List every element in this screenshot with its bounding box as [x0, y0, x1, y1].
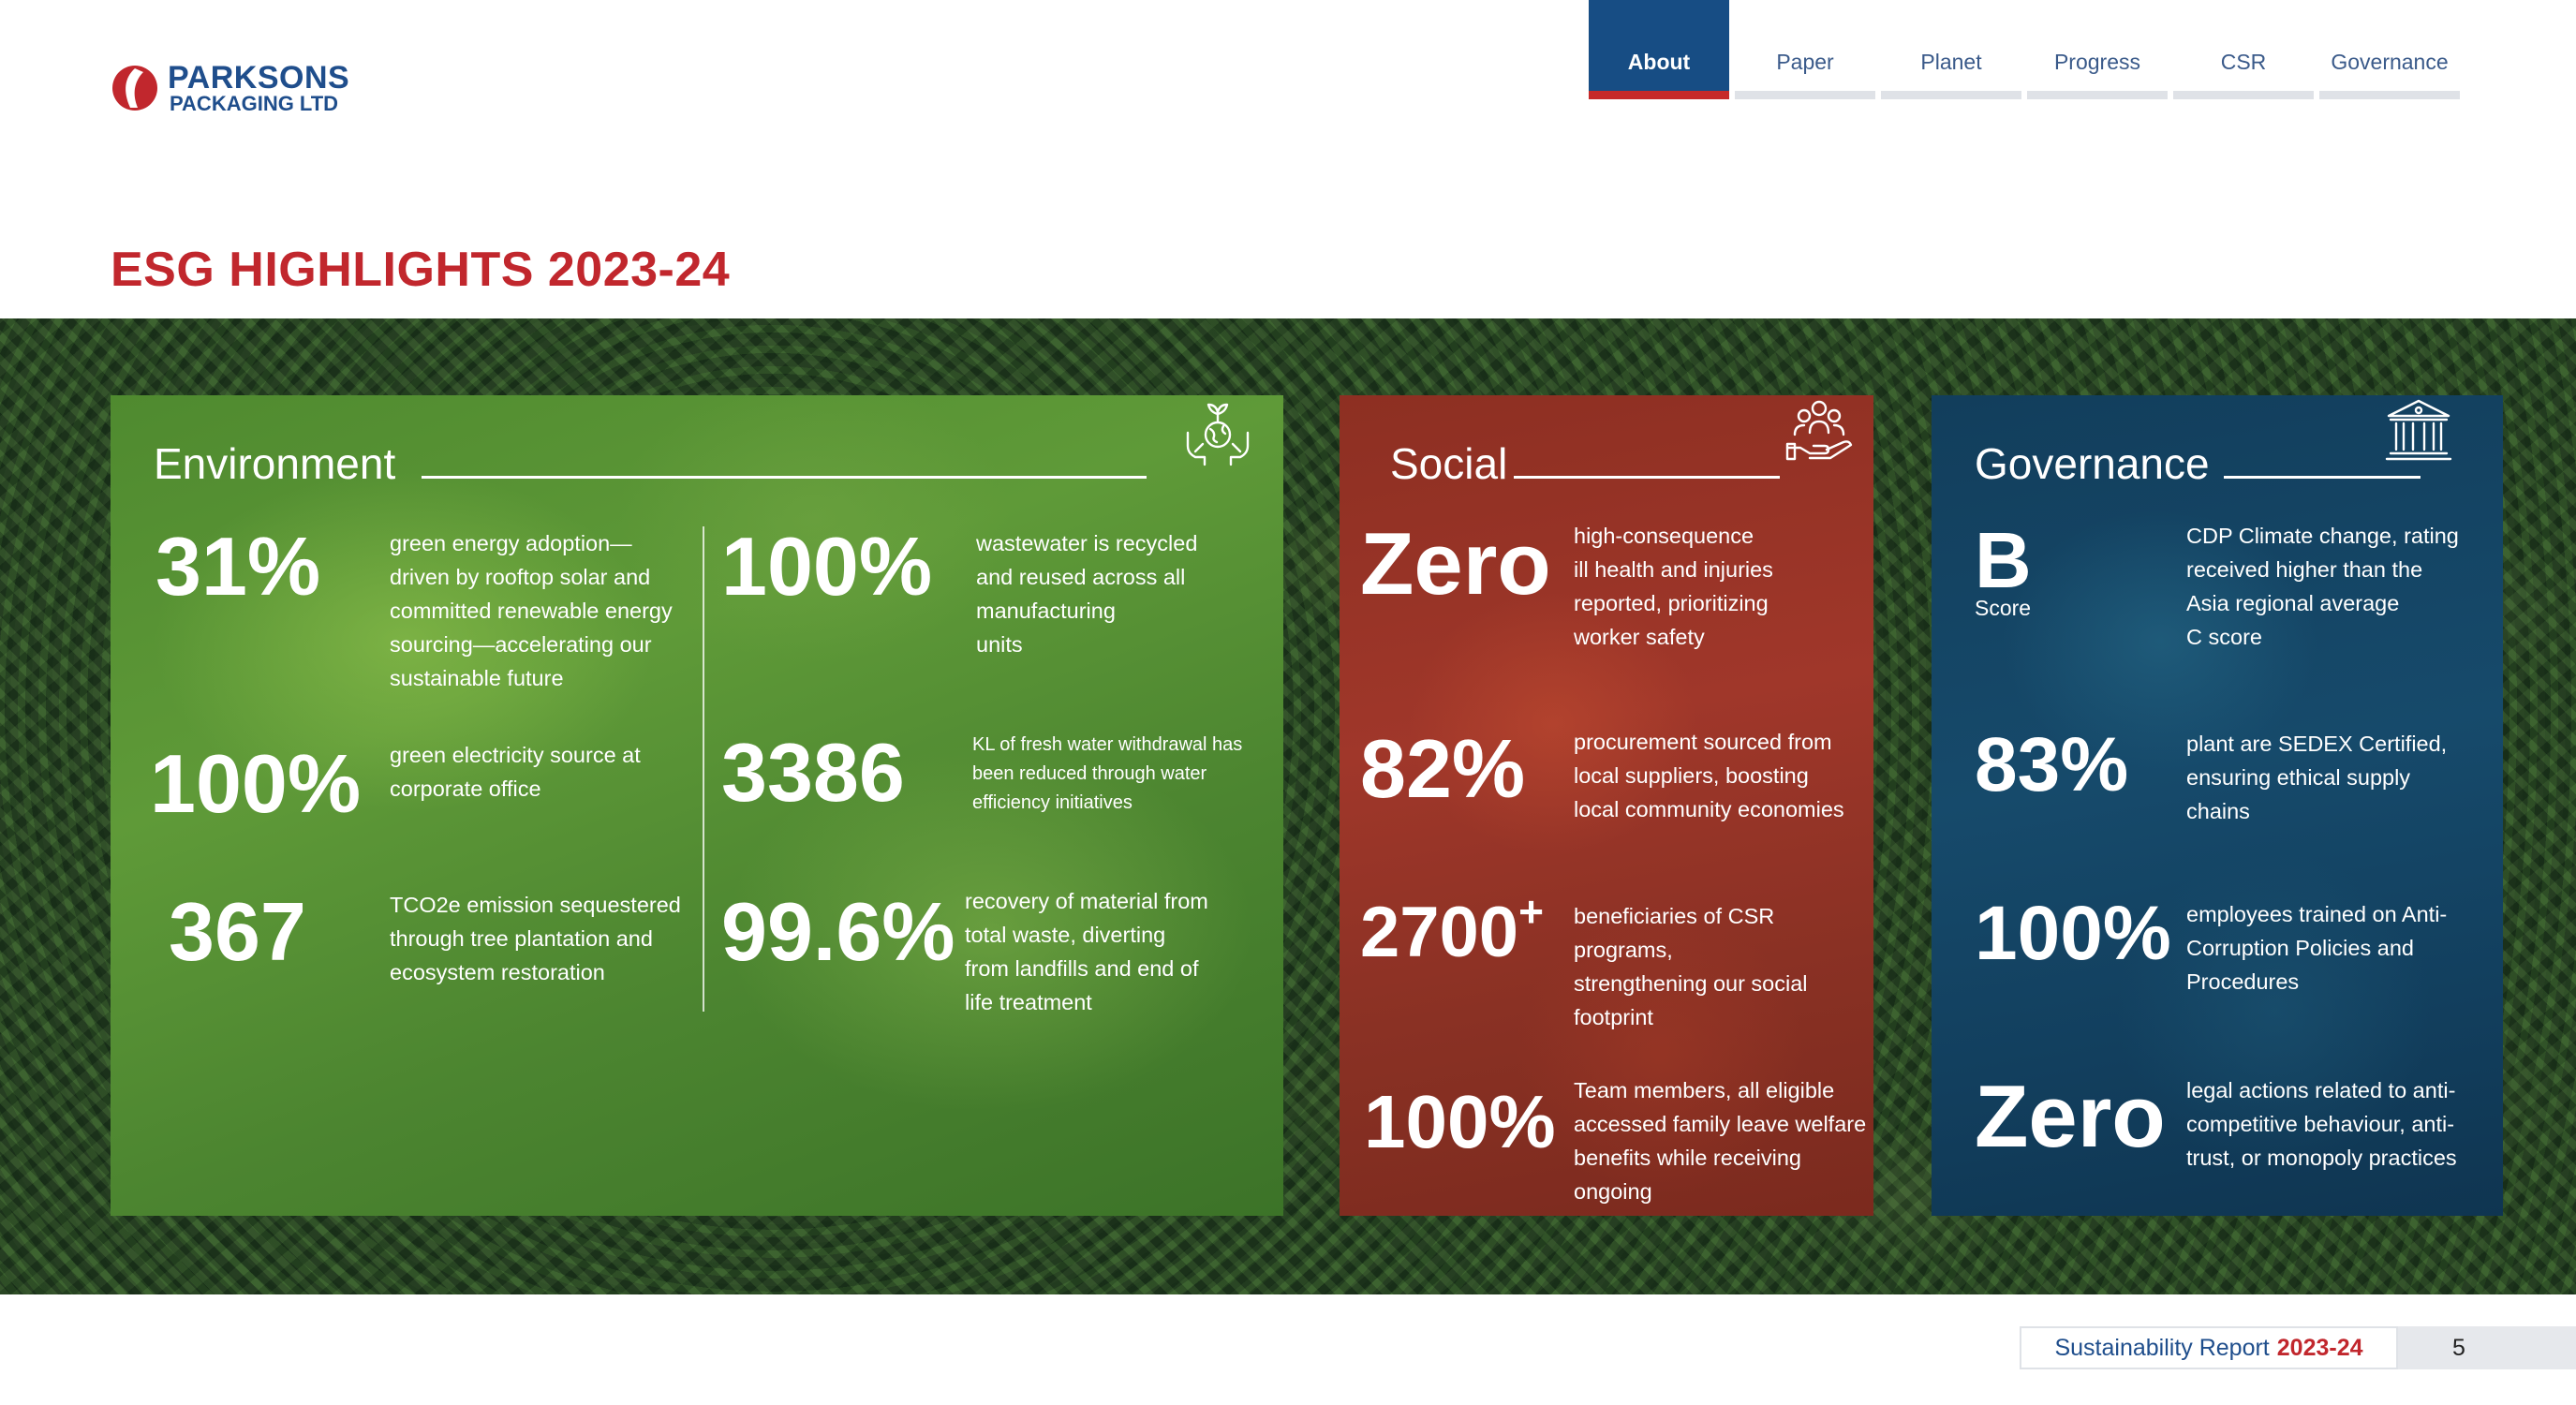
stat-sub-label: Score	[1975, 596, 2032, 620]
stat-description: procurement sourced from local suppliers…	[1574, 730, 1844, 821]
logo-name-line1: PARKSONS	[168, 60, 350, 96]
stat-value-superscript: +	[1518, 887, 1544, 936]
stat-description: high-consequence ill health and injuries…	[1574, 524, 1773, 649]
stat-description: legal actions related to anti- competiti…	[2186, 1078, 2457, 1170]
tab-paper[interactable]: Paper	[1735, 0, 1875, 99]
report-label: Sustainability Report	[2054, 1334, 2270, 1361]
tab-csr[interactable]: CSR	[2173, 0, 2314, 99]
stat-value: 82%	[1360, 722, 1526, 815]
stat-description: wastewater is recycled and reused across…	[976, 531, 1198, 657]
stat-value: 99.6%	[721, 885, 955, 978]
stat-value: 367	[169, 885, 306, 978]
stat-description: KL of fresh water withdrawal has been re…	[972, 734, 1243, 813]
environment-title-rule	[422, 476, 1147, 479]
stat-description: TCO2e emission sequestered through tree …	[390, 893, 681, 984]
social-panel: Social Zero high-consequence ill health …	[1340, 395, 1873, 1216]
stat-value: 3386	[721, 726, 905, 819]
governance-title: Governance	[1975, 439, 2210, 488]
page-title: ESG HIGHLIGHTS 2023-24	[111, 243, 731, 297]
stat-value: B	[1975, 516, 2032, 604]
tab-planet[interactable]: Planet	[1881, 0, 2021, 99]
governance-panel: Governance B Score CDP Climate change, r…	[1932, 395, 2503, 1216]
environment-title: Environment	[154, 439, 396, 488]
logo-wordmark: PARKSONS PACKAGING LTD	[168, 62, 349, 114]
report-label-box: Sustainability Report 2023-24	[2020, 1326, 2398, 1369]
tab-governance[interactable]: Governance	[2319, 0, 2460, 99]
institution-building-icon	[2385, 399, 2452, 461]
tab-progress[interactable]: Progress	[2027, 0, 2168, 99]
stat-value: 100%	[150, 737, 362, 830]
forest-background-image: Environment 31% green energy adoption— d…	[0, 318, 2576, 1294]
report-year: 2023-24	[2276, 1334, 2363, 1361]
stat-description: recovery of material from total waste, d…	[965, 889, 1208, 1014]
stat-value: Zero	[1975, 1067, 2166, 1165]
social-title: Social	[1390, 439, 1508, 488]
logo-name-line2: PACKAGING LTD	[170, 92, 339, 115]
stat-description: plant are SEDEX Certified, ensuring ethi…	[2186, 732, 2448, 823]
top-navigation: About Paper Planet Progress CSR Governan…	[1589, 0, 2465, 99]
stat-description: beneficiaries of CSR programs, strengthe…	[1574, 904, 1808, 1029]
stat-value: Zero	[1360, 514, 1551, 613]
community-hand-icon	[1785, 400, 1853, 461]
stat-value: 100%	[1975, 891, 2171, 976]
stat-description: Team members, all eligible accessed fami…	[1574, 1078, 1867, 1216]
tab-about[interactable]: About	[1589, 0, 1729, 99]
governance-title-rule	[2224, 476, 2421, 479]
plant-globe-hands-icon	[1186, 403, 1250, 466]
stat-value: 31%	[155, 520, 321, 613]
stat-description: CDP Climate change, rating received high…	[2186, 524, 2459, 649]
stat-value: 83%	[1975, 722, 2129, 807]
stat-value: 100%	[1364, 1080, 1556, 1163]
column-divider	[703, 526, 704, 1012]
stat-value: 2700+	[1360, 887, 1544, 973]
page-number: 5	[2398, 1326, 2576, 1369]
stat-description: green energy adoption— driven by rooftop…	[390, 531, 673, 690]
stat-value-number: 2700	[1360, 893, 1519, 972]
stat-value: 100%	[721, 520, 933, 613]
parksons-logo-mark-icon	[112, 66, 157, 111]
company-logo[interactable]: PARKSONS PACKAGING LTD	[108, 58, 349, 118]
stat-description: green electricity source at corporate of…	[390, 743, 641, 801]
social-title-rule	[1514, 476, 1780, 479]
environment-panel: Environment 31% green energy adoption— d…	[111, 395, 1283, 1216]
stat-description: employees trained on Anti- Corruption Po…	[2186, 902, 2448, 994]
